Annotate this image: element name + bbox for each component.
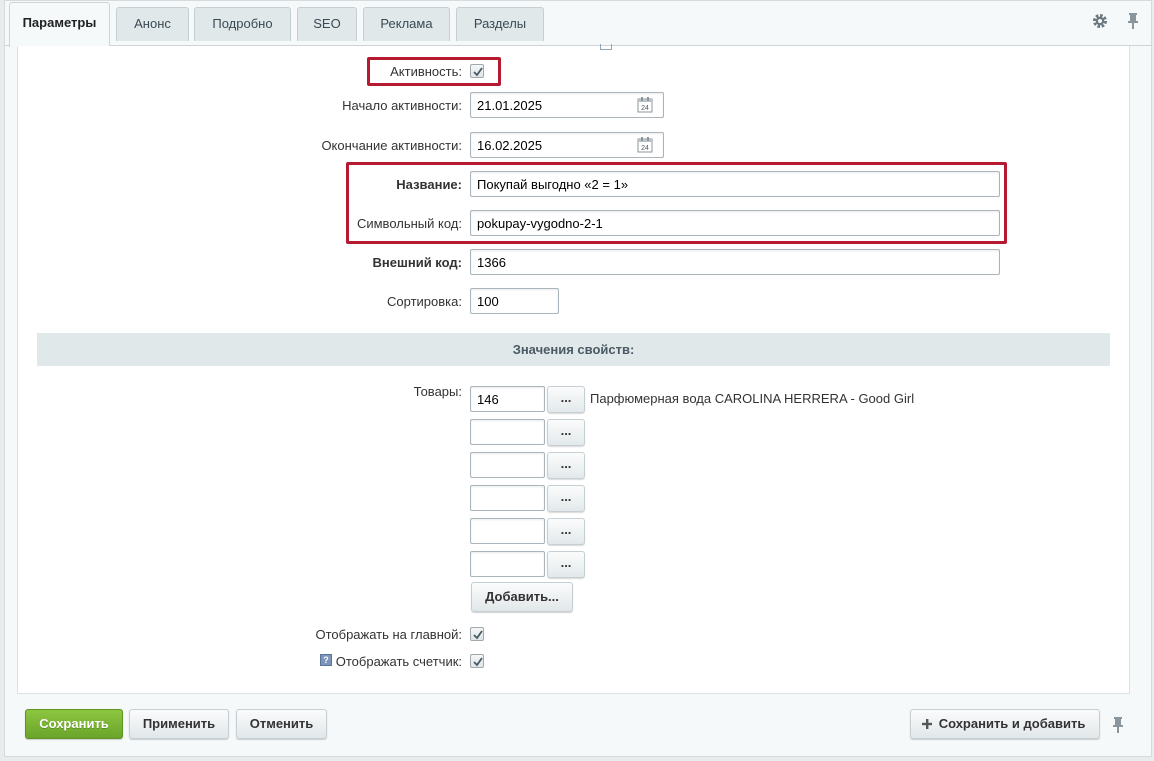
product-id-field[interactable] [470,386,545,412]
products-label: Товары: [413,384,462,399]
product-id-field[interactable] [470,518,545,544]
tab-details[interactable]: Подробно [194,7,291,41]
show-counter-checkbox[interactable] [470,654,484,668]
tab-parameters[interactable]: Параметры [9,2,110,47]
gear-icon[interactable] [1091,12,1109,30]
pin-icon[interactable] [1124,12,1142,30]
show-counter-label: Отображать счетчик: [335,654,462,669]
product-id-field[interactable] [470,452,545,478]
show-main-label: Отображать на главной: [315,627,462,642]
external-code-field[interactable] [470,249,1000,275]
sort-field[interactable] [470,288,559,314]
properties-section-header: Значения свойств: [37,333,1110,366]
code-field[interactable] [470,210,1000,236]
tab-seo[interactable]: SEO [297,7,357,41]
apply-button[interactable]: Применить [129,709,229,739]
browse-product-button[interactable]: ... [547,551,585,578]
code-label: Символьный код: [356,216,462,231]
plus-icon [921,710,933,748]
browse-product-button[interactable]: ... [547,386,585,413]
product-id-field[interactable] [470,485,545,511]
calendar-icon[interactable]: 24 [637,137,653,153]
tab-announce[interactable]: Анонс [116,7,189,41]
cancel-button[interactable]: Отменить [236,709,327,739]
name-label: Название: [396,177,462,192]
end-date-label: Окончание активности: [321,138,462,153]
product-name: Парфюмерная вода CAROLINA HERRERA - Good… [590,391,915,406]
sort-label: Сортировка: [387,294,462,309]
tab-advertising[interactable]: Реклама [363,7,450,41]
save-and-add-label: Сохранить и добавить [938,716,1086,731]
external-code-label: Внешний код: [372,255,462,270]
save-button[interactable]: Сохранить [25,709,123,739]
calendar-day-text: 24 [641,145,649,152]
calendar-day-text: 24 [641,105,649,112]
save-and-add-button[interactable]: Сохранить и добавить [910,709,1100,739]
browse-product-button[interactable]: ... [547,452,585,479]
end-date-field[interactable] [470,132,664,158]
start-date-label: Начало активности: [342,98,462,113]
browse-product-button[interactable]: ... [547,518,585,545]
calendar-icon[interactable]: 24 [637,97,653,113]
start-date-field[interactable] [470,92,664,118]
name-field[interactable] [470,171,1000,197]
browse-product-button[interactable]: ... [547,485,585,512]
help-icon[interactable]: ? [320,654,332,666]
product-id-field[interactable] [470,551,545,577]
product-id-field[interactable] [470,419,545,445]
add-product-button[interactable]: Добавить... [471,582,573,612]
pin-icon[interactable] [1111,716,1125,734]
tab-sections[interactable]: Разделы [456,7,544,41]
browse-product-button[interactable]: ... [547,419,585,446]
clipped-calendar-icon [600,44,612,50]
active-label: Активность: [390,64,462,79]
active-checkbox[interactable] [470,64,484,78]
show-main-checkbox[interactable] [470,627,484,641]
